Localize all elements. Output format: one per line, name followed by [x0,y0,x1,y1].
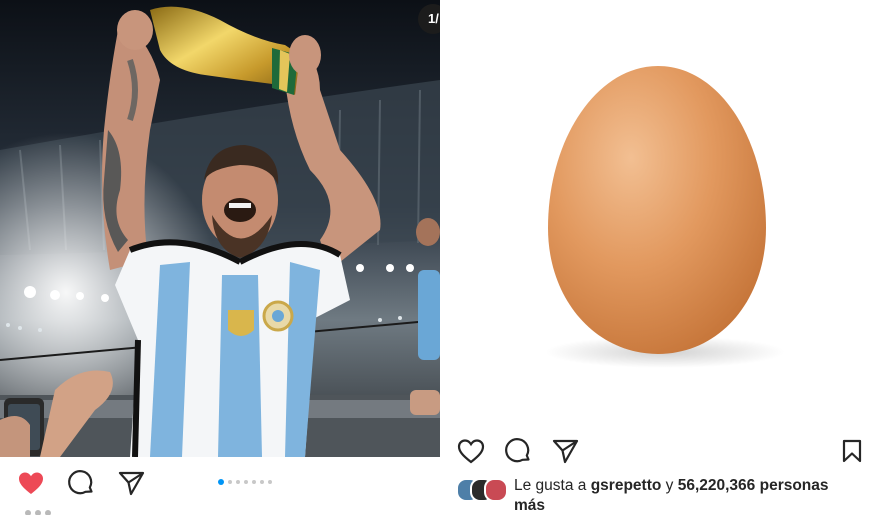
left-post: 1/ [0,0,448,515]
carousel-indicator [218,479,272,485]
likes-count-link[interactable]: 56,220,366 personas [678,477,829,494]
carousel-dot [244,480,248,484]
carousel-dot [252,480,256,484]
carousel-dot [260,480,264,484]
comment-button[interactable] [66,468,96,498]
right-post: Le gusta a gsrepetto y 56,220,366 person… [440,0,880,514]
share-button[interactable] [550,436,580,466]
likes-suffix[interactable]: más [514,497,545,514]
likes-connector: y [665,477,674,494]
send-icon [552,439,579,464]
heart-filled-icon [19,472,43,494]
carousel-dot [218,479,224,485]
carousel-dot [228,480,232,484]
avatar[interactable] [484,478,508,502]
save-button[interactable] [837,436,867,466]
comment-button[interactable] [503,436,533,466]
liker-avatars [456,478,512,502]
likes-prefix: Le gusta a [514,477,587,494]
send-icon [118,471,145,496]
like-button-liked[interactable] [16,468,46,498]
likes-text: Le gusta a gsrepetto y 56,220,366 person… [514,476,854,516]
caption-text-cutoff [25,510,51,515]
share-button[interactable] [116,468,146,498]
like-button[interactable] [456,436,486,466]
liker-username-link[interactable]: gsrepetto [591,477,662,494]
carousel-dot [236,480,240,484]
post-image-egg[interactable] [440,0,880,430]
comment-icon [505,438,530,463]
comment-icon [68,470,93,495]
heart-outline-icon [457,439,485,464]
carousel-dot [268,480,272,484]
post-image-messi-trophy[interactable] [0,0,440,457]
bookmark-icon [842,439,862,463]
